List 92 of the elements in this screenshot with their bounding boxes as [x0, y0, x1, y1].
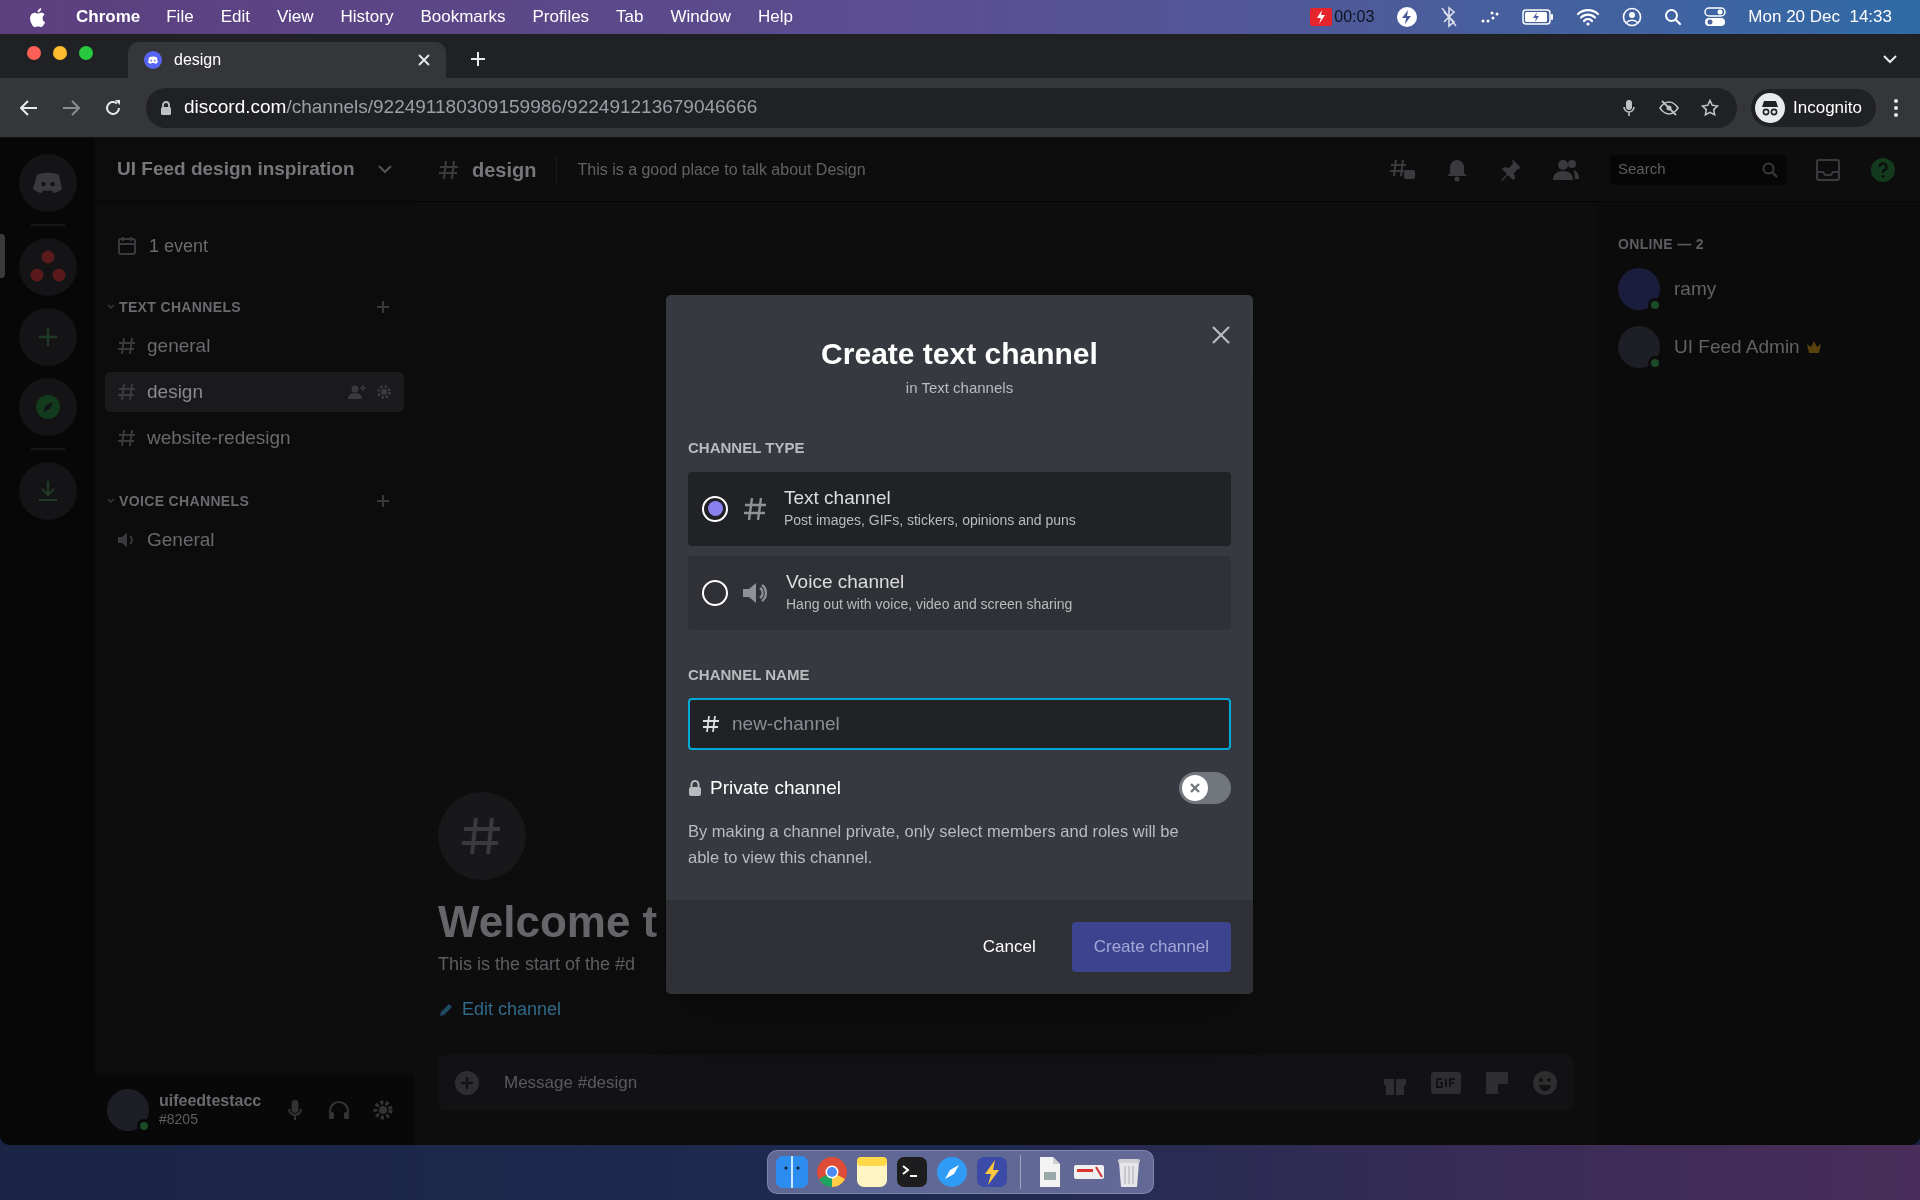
incognito-icon: [1755, 92, 1785, 123]
bolt-icon[interactable]: [1396, 6, 1419, 28]
close-window-button[interactable]: [27, 46, 41, 60]
eye-off-icon[interactable]: [1659, 99, 1679, 116]
menu-item[interactable]: File: [166, 4, 194, 30]
control-center-icon[interactable]: [1704, 7, 1727, 27]
username: uifeedtestacc: [159, 1091, 262, 1112]
channel-topic: This is a good place to talk about Design: [577, 159, 866, 180]
events-item[interactable]: 1 event: [105, 228, 404, 264]
cancel-button[interactable]: Cancel: [982, 934, 1036, 960]
recording-icon[interactable]: [1310, 8, 1333, 26]
battery-icon[interactable]: [1522, 9, 1555, 25]
microphone-icon[interactable]: [1623, 98, 1635, 117]
category-header[interactable]: VOICE CHANNELS: [119, 490, 250, 512]
hash-icon: [742, 495, 768, 522]
category-header[interactable]: TEXT CHANNELS: [119, 296, 241, 318]
option-description: Post images, GIFs, stickers, opinions and puns: [784, 510, 1076, 530]
wifi-icon[interactable]: [1576, 8, 1601, 26]
channel-title: design: [472, 157, 537, 183]
tab-list-chevron-icon[interactable]: [1883, 55, 1897, 64]
channel-type-option[interactable]: Text channel Post images, GIFs, stickers, opinions and puns: [688, 471, 1231, 546]
private-channel-description: By making a channel private, only select members and roles will be able to view this channel.: [688, 821, 1180, 868]
channel-type-option[interactable]: Voice channel Hang out with voice, video and screen sharing: [688, 555, 1231, 630]
plus-icon: [36, 326, 59, 348]
reload-icon[interactable]: [104, 98, 122, 117]
hash-icon: [117, 336, 137, 356]
menu-clock: Mon 20 Dec 14:33: [1748, 6, 1892, 29]
menu-item[interactable]: Tab: [616, 4, 644, 30]
option-description: Hang out with voice, video and screen sharing: [786, 594, 1073, 614]
new-tab-icon[interactable]: [470, 51, 486, 67]
channel-item[interactable]: general: [105, 326, 404, 366]
back-arrow-icon[interactable]: [20, 99, 38, 116]
menu-item[interactable]: Edit: [220, 4, 250, 30]
compass-icon: [34, 394, 61, 420]
menu-item[interactable]: History: [340, 4, 394, 30]
browser-tab[interactable]: design: [128, 42, 446, 78]
channel-name-field[interactable]: new-channel: [688, 698, 1231, 750]
lock-icon: [688, 779, 702, 797]
finder-icon[interactable]: [773, 1154, 810, 1190]
star-icon[interactable]: [1701, 98, 1719, 117]
radio-button[interactable]: [702, 495, 728, 522]
channel-item[interactable]: General: [105, 520, 404, 560]
private-toggle[interactable]: [1179, 772, 1231, 804]
menu-app-name[interactable]: Chrome: [76, 4, 141, 30]
apple-icon[interactable]: [28, 6, 46, 28]
discord-favicon-icon: [144, 51, 162, 69]
address-bar[interactable]: discord.com/channels/922491180309159986/922491213679046666: [146, 87, 1737, 128]
dots-icon[interactable]: [1480, 10, 1501, 24]
menu-item[interactable]: View: [276, 4, 314, 30]
menu-item[interactable]: Profiles: [532, 4, 590, 30]
forward-arrow-icon[interactable]: [62, 99, 80, 116]
more-menu-icon[interactable]: [1894, 98, 1898, 117]
message-placeholder: Message #design: [504, 1072, 638, 1095]
hash-icon: [117, 428, 137, 448]
selected-server-indicator: [0, 234, 5, 278]
hash-icon: [438, 158, 460, 181]
user-circle-icon[interactable]: [1622, 7, 1643, 27]
incognito-profile-button[interactable]: Incognito: [1751, 88, 1876, 127]
menu-item[interactable]: Help: [758, 4, 793, 30]
section-label: CHANNEL TYPE: [688, 438, 806, 458]
option-title: Text channel: [784, 486, 892, 510]
speaker-icon: [742, 580, 770, 605]
radio-button[interactable]: [702, 579, 728, 606]
private-channel-label: Private channel: [710, 775, 841, 800]
hash-icon: [702, 715, 720, 733]
welcome-title: Welcome t: [438, 896, 658, 948]
member-group-heading: ONLINE — 2: [1618, 235, 1705, 254]
tab-title: design: [174, 50, 222, 70]
hash-icon: [117, 382, 137, 402]
close-icon[interactable]: [1211, 325, 1231, 345]
bluetooth-icon[interactable]: [1440, 6, 1459, 28]
minimize-window-button[interactable]: [53, 46, 67, 60]
search-icon: [1762, 161, 1778, 178]
x-icon: [1189, 782, 1201, 794]
user-tag: #8205: [159, 1111, 262, 1129]
menu-item[interactable]: Bookmarks: [420, 4, 506, 30]
search-icon[interactable]: [1664, 8, 1683, 26]
recording-timer: 00:03: [1334, 7, 1375, 27]
pencil-icon: [438, 1001, 454, 1018]
dialog-subtitle: in Text channels: [905, 377, 1014, 398]
zoom-window-button[interactable]: [79, 46, 93, 60]
welcome-text: This is the start of the #d: [438, 953, 636, 976]
url-text: discord.com/channels/922491180309159986/922491213679046666: [184, 95, 758, 120]
chevron-down-icon: [378, 165, 392, 174]
calendar-icon: [117, 236, 137, 256]
section-label: CHANNEL NAME: [688, 664, 811, 685]
channel-item[interactable]: website-redesign: [105, 418, 404, 458]
menu-item[interactable]: Window: [670, 4, 731, 30]
lock-icon: [160, 99, 172, 116]
option-title: Voice channel: [786, 570, 906, 594]
dialog-title: Create text channel: [821, 336, 1098, 372]
controller-logo-icon: [32, 172, 63, 194]
